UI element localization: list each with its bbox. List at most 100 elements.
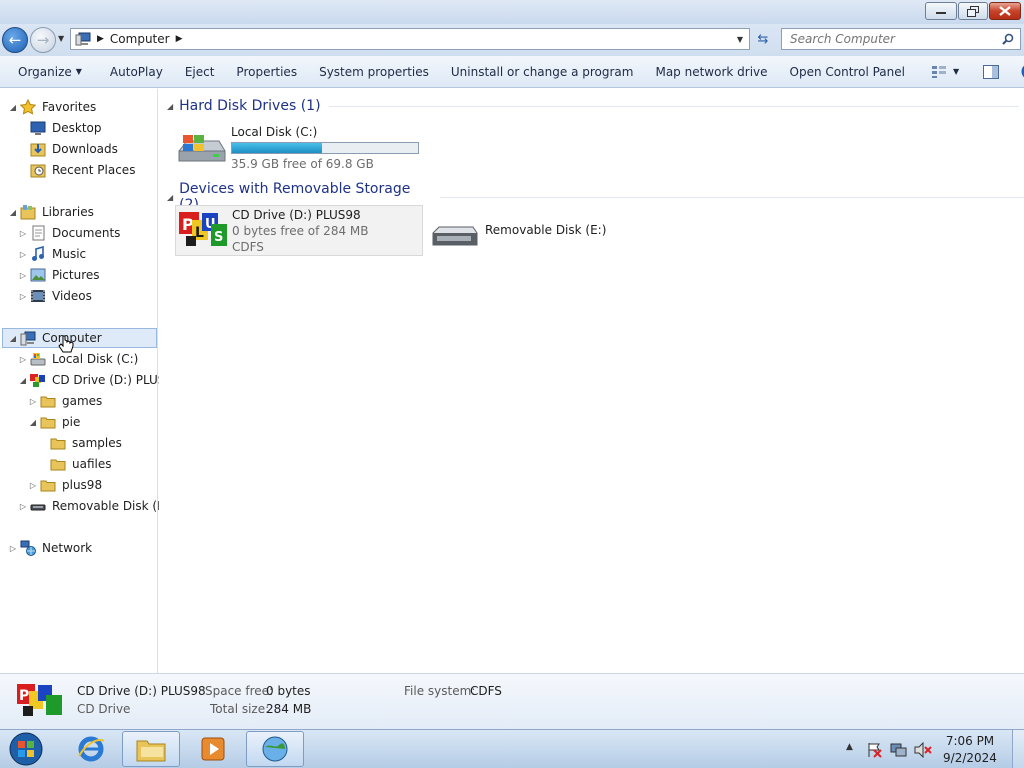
computer-icon (75, 32, 91, 46)
refresh-button[interactable]: ⇆ (752, 28, 774, 50)
group-collapse-icon[interactable]: ◢ (167, 102, 173, 111)
network-status-icon[interactable] (890, 742, 908, 758)
nav-local-disk[interactable]: ▷ Local Disk (C:) (18, 349, 138, 369)
expanded-arrow-icon[interactable]: ◢ (18, 376, 28, 385)
forward-button[interactable]: → (30, 27, 56, 53)
plus98-cd-icon: P L U S (179, 212, 227, 246)
title-bar (0, 0, 1024, 24)
collapsed-arrow-icon[interactable]: ▷ (18, 250, 28, 259)
removable-drive-icon (432, 226, 478, 246)
show-desktop-button[interactable] (1012, 730, 1024, 768)
collapsed-arrow-icon[interactable]: ▷ (18, 355, 28, 364)
back-arrow-icon: ← (8, 31, 22, 49)
drive-tile-removable-disk[interactable]: Removable Disk (E:) (431, 209, 631, 253)
search-input[interactable] (790, 32, 990, 46)
back-button[interactable]: ← (2, 27, 28, 53)
close-button[interactable] (989, 2, 1021, 20)
system-properties-button[interactable]: System properties (311, 56, 437, 87)
nav-downloads[interactable]: Downloads (28, 139, 118, 159)
nav-folder-samples[interactable]: samples (48, 433, 122, 453)
drive-free-space: 35.9 GB free of 69.8 GB (231, 157, 374, 171)
nav-desktop[interactable]: Desktop (28, 118, 102, 138)
chevron-down-icon: ▼ (736, 34, 744, 44)
nav-documents[interactable]: ▷ Documents (18, 223, 120, 243)
minimize-button[interactable] (925, 2, 957, 20)
downloads-icon (30, 143, 46, 157)
clock-time[interactable]: 7:06 PM (940, 734, 1000, 748)
nav-videos[interactable]: ▷ Videos (18, 286, 92, 306)
taskbar-media-player[interactable] (184, 731, 242, 767)
preview-pane-button[interactable] (975, 56, 1007, 87)
nav-recent-places[interactable]: Recent Places (28, 160, 135, 180)
volume-muted-icon[interactable] (914, 742, 932, 758)
address-bar[interactable]: ▶ Computer ▶ (70, 28, 750, 50)
help-button[interactable]: ? (1013, 56, 1024, 87)
videos-icon (31, 290, 45, 302)
nav-favorites[interactable]: ◢ Favorites (8, 97, 96, 117)
breadcrumb-chevron-icon[interactable]: ▶ (176, 34, 183, 44)
collapsed-arrow-icon[interactable]: ▷ (18, 292, 28, 301)
open-control-panel-button[interactable]: Open Control Panel (782, 56, 913, 87)
details-title: CD Drive (D:) PLUS98 (77, 684, 206, 698)
collapsed-arrow-icon[interactable]: ▷ (18, 502, 28, 511)
properties-button[interactable]: Properties (228, 56, 305, 87)
map-network-drive-button[interactable]: Map network drive (647, 56, 775, 87)
nav-pictures[interactable]: ▷ Pictures (18, 265, 100, 285)
nav-cd-drive[interactable]: ◢ CD Drive (D:) PLUS98 (18, 370, 181, 390)
collapsed-arrow-icon[interactable]: ▷ (18, 229, 28, 238)
nav-music[interactable]: ▷ Music (18, 244, 86, 264)
breadcrumb-computer[interactable]: Computer (110, 32, 170, 46)
clock-date[interactable]: 9/2/2024 (940, 751, 1000, 765)
nav-libraries[interactable]: ◢ Libraries (8, 202, 94, 222)
network-icon (20, 540, 36, 556)
organize-button[interactable]: Organize ▼ (0, 56, 90, 87)
recent-places-icon (30, 164, 46, 178)
address-dropdown-button[interactable]: ▼ (731, 28, 749, 50)
group-collapse-icon[interactable]: ◢ (167, 193, 173, 202)
restore-button[interactable] (958, 2, 988, 20)
taskbar-app-globe[interactable] (246, 731, 304, 767)
show-hidden-icons-button[interactable]: ▲ (846, 742, 853, 752)
nav-removable-disk[interactable]: ▷ Removable Disk (E:) (18, 496, 173, 516)
nav-network[interactable]: ▷ Network (8, 538, 92, 558)
expanded-arrow-icon[interactable]: ◢ (8, 208, 18, 217)
taskbar-windows-explorer[interactable] (122, 731, 180, 767)
plus98-cd-icon: P (17, 684, 62, 716)
drive-tile-local-disk[interactable]: Local Disk (C:) 35.9 GB free of 69.8 GB (175, 123, 425, 171)
command-bar: Organize ▼ AutoPlay Eject Properties Syst… (0, 56, 1024, 88)
pictures-icon (30, 268, 46, 282)
folder-icon (40, 417, 56, 429)
action-center-flag-icon[interactable] (866, 742, 882, 758)
uninstall-program-button[interactable]: Uninstall or change a program (443, 56, 642, 87)
collapsed-arrow-icon[interactable]: ▷ (28, 481, 38, 490)
details-total-size-value: 284 MB (266, 702, 312, 716)
expanded-arrow-icon[interactable]: ◢ (28, 418, 38, 427)
expanded-arrow-icon[interactable]: ◢ (8, 334, 18, 343)
desktop-icon (30, 121, 46, 135)
nav-folder-uafiles[interactable]: uafiles (48, 454, 112, 474)
recent-pages-dropdown[interactable]: ▼ (58, 34, 64, 43)
nav-folder-games[interactable]: ▷ games (28, 391, 102, 411)
breadcrumb-separator-icon[interactable]: ▶ (97, 34, 104, 44)
computer-icon (20, 331, 36, 346)
eject-button[interactable]: Eject (177, 56, 223, 87)
svg-text:S: S (214, 230, 223, 245)
drive-usage-bar (231, 142, 419, 154)
explorer-folder-icon (136, 740, 166, 762)
start-button[interactable] (6, 731, 46, 767)
collapsed-arrow-icon[interactable]: ▷ (18, 271, 28, 280)
nav-folder-pie[interactable]: ◢ pie (28, 412, 80, 432)
change-view-button[interactable]: ▼ (923, 56, 967, 87)
collapsed-arrow-icon[interactable]: ▷ (28, 397, 38, 406)
details-pane: P CD Drive (D:) PLUS98 CD Drive Space fr… (0, 673, 1024, 729)
search-box[interactable] (781, 28, 1021, 50)
nav-folder-plus98[interactable]: ▷ plus98 (28, 475, 102, 495)
autoplay-button[interactable]: AutoPlay (102, 56, 171, 87)
details-type: CD Drive (77, 702, 131, 716)
collapsed-arrow-icon[interactable]: ▷ (8, 544, 18, 553)
drive-tile-cd-drive[interactable]: P L U S CD Drive (D:) PLUS98 0 bytes fre… (175, 205, 423, 256)
nav-computer[interactable]: ◢ Computer (2, 328, 157, 348)
group-hard-disk-drives[interactable]: ◢ Hard Disk Drives (1) (167, 98, 1019, 114)
expanded-arrow-icon[interactable]: ◢ (8, 103, 18, 112)
taskbar-internet-explorer[interactable] (62, 731, 120, 767)
